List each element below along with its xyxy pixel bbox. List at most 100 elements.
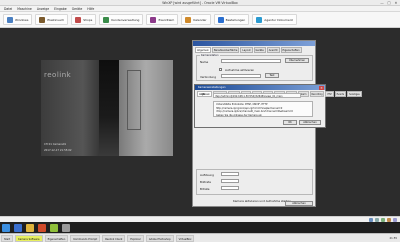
cd-icon[interactable] [375,217,379,222]
bitrate-input[interactable] [221,186,239,190]
box-icon [217,16,224,23]
properties-tabs: Allgemein Benutzeroberfläche Layout Geräte A… [193,46,315,54]
toolbar-button[interactable]: Kalender [181,14,211,25]
mail-icon [50,223,58,232]
url-value: rtsp://admin:@192.168.1.50:554//h264Prev… [215,94,283,98]
recording-label: Aufnahme aktivieren [225,68,255,72]
test-button[interactable]: Test [265,73,279,78]
document-icon [256,16,263,23]
folder-icon [26,223,34,232]
inner-cancel-button[interactable]: Abbrechen [299,120,321,125]
toolbar-button[interactable]: Kundenverwaltung [99,14,144,25]
host-task-item[interactable]: Eigenschaften [44,234,69,242]
close-button[interactable]: ✕ [394,1,398,5]
camera-info: CH 01 Camera01 [44,143,67,146]
taskbar-item[interactable] [14,223,22,232]
name-input[interactable] [221,59,281,63]
host-task-item[interactable]: Adobe Photoshop [145,234,174,242]
toolbar-button[interactable]: Elasticsuch [35,14,69,25]
info-line-4: Geben Sie die Adresse der Kamera ein [216,113,263,117]
camera-door [127,70,141,130]
screen: WinXP [wird ausgeführt] - Oracle VM Virt… [0,0,400,242]
minimize-button[interactable]: — [380,1,384,5]
host-task-item[interactable]: Kommando Prompt [70,234,101,242]
properties-tab[interactable]: Layout [240,47,253,53]
toolbar-button-label: Exerzitiem [158,17,175,22]
toolbar-button-label: Shops [83,17,93,22]
taskbar-item[interactable] [62,223,70,232]
host-task-item[interactable]: Reolink Client [102,234,126,242]
framerate-input[interactable] [221,179,239,183]
resolution-label: Auflösung [200,173,214,177]
menu-input[interactable]: Eingabe [54,6,67,11]
taskbar-item[interactable] [38,223,46,232]
footer-text: Kamera aktivieren und Aufnahme starten [233,199,292,203]
guest-toolbar: Windows Elasticsuch Shops Kundenverwaltung E… [0,12,400,28]
properties-tab[interactable]: Allgemein [195,47,211,53]
camera-settings-close-button[interactable]: ✕ [319,85,324,90]
host-task-item[interactable]: Start [1,234,14,242]
network-icon[interactable] [381,217,385,222]
camera-settings-dialog: Kameraeinstellungen ✕ AllgemeinNetzwerkS… [194,84,362,128]
taskbar-item[interactable] [2,223,10,232]
maximize-button[interactable]: □ [387,1,391,5]
camera-settings-titlebar: Kameraeinstellungen ✕ [195,85,325,90]
usb-icon[interactable] [387,217,391,222]
camera-data-group: Kameradaten Name Übernehmen Aufnahme akt… [196,54,313,81]
menu-help[interactable]: Hilfe [87,6,94,11]
host-task-item[interactable]: Kamera Software [15,234,43,242]
monitor-icon [7,16,13,23]
camera-date: 2017-12-17 21:55:02 [44,149,72,152]
camera-settings-title: Kameraeinstellungen [198,86,226,89]
ie-icon [14,223,22,232]
camera-settings-tab[interactable]: Events [334,91,347,97]
window-controls: — □ ✕ [380,1,398,5]
toolbar-button[interactable]: Exerzitiem [146,14,179,25]
url-input[interactable]: rtsp://admin:@192.168.1.50:554//h264Prev… [213,93,301,98]
calendar-icon [150,16,157,23]
display-icon[interactable] [393,217,397,222]
host-task-item[interactable]: Explorer [127,234,144,242]
cart-icon [75,16,82,23]
camera-corridor [99,60,119,156]
users-icon [103,16,110,23]
toolbar-button[interactable]: Bestellungen [213,14,250,25]
start-icon [2,223,10,232]
properties-tab[interactable]: Eigenschaften [280,47,302,53]
taskbar-item[interactable] [50,223,58,232]
camera-settings-body: URL rtsp://admin:@192.168.1.50:554//h264… [197,93,325,127]
cancel-button[interactable]: Abbrechen [285,201,313,206]
toolbar-button-label: Bestellungen [225,17,246,22]
host-taskbar: Start Kamera Software Eigenschaften Kommand… [0,233,400,242]
camera-settings-tab[interactable]: Sonstiges [347,91,362,97]
recording-checkbox[interactable] [219,68,222,71]
player-icon [38,223,46,232]
camera-settings-tab[interactable]: PTZ [325,91,334,97]
connection-input[interactable] [221,74,261,78]
menu-machine[interactable]: Maschine [17,6,32,11]
menu-devices[interactable]: Geräte [72,6,83,11]
toolbar-button-label: Agentur Dokument [264,17,293,22]
hdd-icon[interactable] [369,217,373,222]
resolution-input[interactable] [221,172,239,176]
menu-view[interactable]: Anzeige [37,6,49,11]
toolbar-button-label: Elasticsuch [47,17,65,22]
camera-data-group-label: Kameradaten [200,54,220,57]
menu-file[interactable]: Datei [4,6,12,11]
ok-button[interactable]: OK [283,120,297,125]
toolbar-button[interactable]: Shops [71,14,97,25]
toolbar-button[interactable]: Windows [3,14,33,25]
toolbar-button-label: Windows [15,17,29,22]
properties-tab[interactable]: Ansicht [266,47,280,53]
search-icon [39,16,46,23]
taskbar-item[interactable] [26,223,34,232]
camera-feed[interactable]: reolink CH 01 Camera01 2017-12-17 21:55:… [41,60,173,156]
toolbar-button[interactable]: Agentur Dokument [252,14,297,25]
toolbar-button-label: Kundenverwaltung [111,17,140,22]
name-label: Name [200,60,209,64]
apply-button[interactable]: Übernehmen [285,58,309,63]
properties-tab[interactable]: Geräte [253,47,266,53]
host-task-item[interactable]: VirtualBox [175,234,195,242]
camera-logo: reolink [44,71,72,79]
properties-tab[interactable]: Benutzeroberfläche [211,47,240,53]
